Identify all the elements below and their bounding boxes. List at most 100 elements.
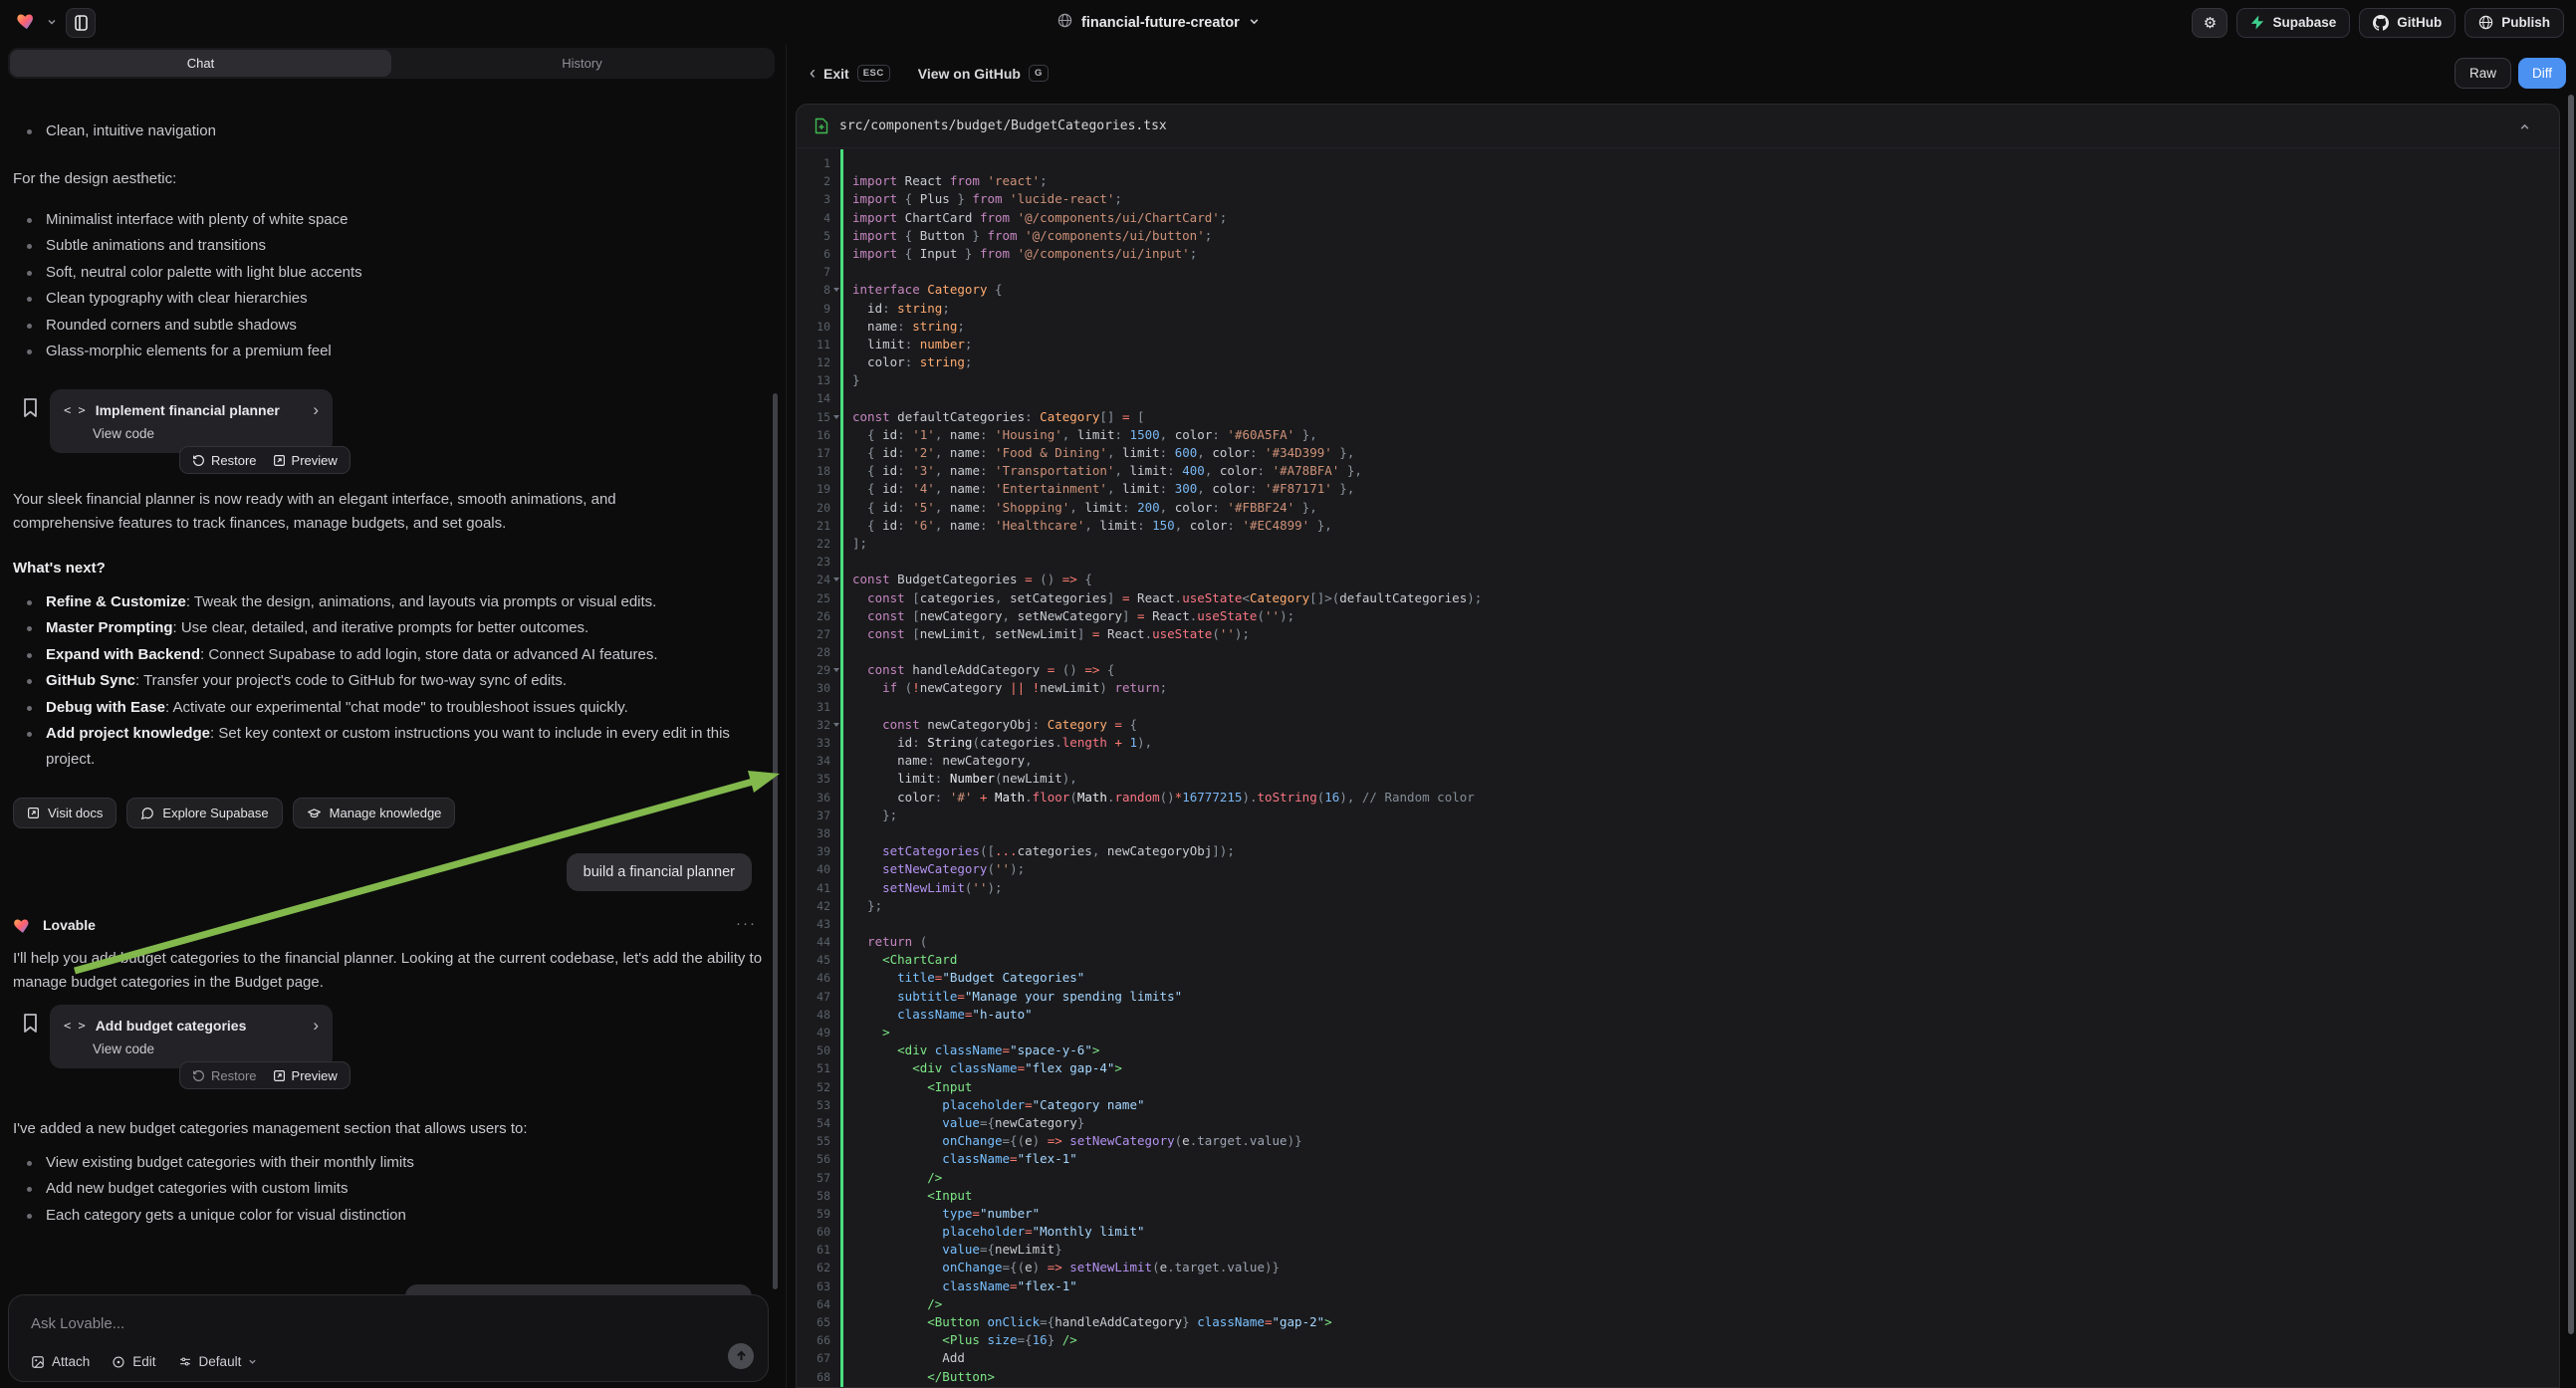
line-number[interactable]: 50	[797, 1041, 830, 1059]
line-number[interactable]: 27	[797, 625, 830, 643]
line-number[interactable]: 61	[797, 1241, 830, 1259]
project-switcher[interactable]: financial-future-creator	[1057, 0, 1260, 45]
line-number[interactable]: 35	[797, 770, 830, 788]
line-number[interactable]: 8	[797, 281, 830, 299]
fold-chevron-icon[interactable]	[833, 415, 839, 419]
fold-chevron-icon[interactable]	[833, 668, 839, 672]
line-number[interactable]: 11	[797, 336, 830, 353]
line-number[interactable]: 67	[797, 1349, 830, 1367]
fold-chevron-icon[interactable]	[833, 723, 839, 727]
edit-mode-button[interactable]: Edit	[112, 1354, 155, 1369]
edit-card-implement-financial-planner[interactable]: < > Implement financial planner › View c…	[50, 389, 333, 453]
preview-button[interactable]: Preview	[273, 453, 338, 468]
code-lines[interactable]: 12import React from 'react';3import { Pl…	[797, 149, 2559, 1388]
line-number[interactable]: 47	[797, 988, 830, 1006]
tab-chat[interactable]: Chat	[10, 50, 391, 77]
line-number[interactable]: 56	[797, 1150, 830, 1168]
line-number[interactable]: 20	[797, 499, 830, 517]
line-number[interactable]: 46	[797, 969, 830, 987]
edit-card-add-budget-categories[interactable]: < > Add budget categories › View code	[50, 1005, 333, 1068]
chat-scroll-area[interactable]: Clean, intuitive navigation For the desi…	[0, 85, 787, 1329]
line-number[interactable]: 34	[797, 752, 830, 770]
github-button[interactable]: GitHub	[2359, 8, 2456, 38]
chat-scrollbar-thumb[interactable]	[773, 393, 778, 1289]
line-number[interactable]: 66	[797, 1331, 830, 1349]
line-number[interactable]: 4	[797, 209, 830, 227]
line-number[interactable]: 19	[797, 480, 830, 498]
line-number[interactable]: 13	[797, 371, 830, 389]
line-number[interactable]: 63	[797, 1277, 830, 1295]
line-number[interactable]: 38	[797, 824, 830, 842]
line-number[interactable]: 18	[797, 462, 830, 480]
line-number[interactable]: 65	[797, 1313, 830, 1331]
workspace-chevron-down-icon[interactable]	[47, 14, 57, 32]
line-number[interactable]: 22	[797, 535, 830, 553]
line-number[interactable]: 40	[797, 860, 830, 878]
line-number[interactable]: 5	[797, 227, 830, 245]
file-header[interactable]: src/components/budget/BudgetCategories.t…	[797, 105, 2559, 148]
line-number[interactable]: 31	[797, 698, 830, 716]
collapse-file-button[interactable]	[2509, 114, 2539, 139]
line-number[interactable]: 12	[797, 353, 830, 371]
line-number[interactable]: 1	[797, 154, 830, 172]
preview-button[interactable]: Preview	[273, 1068, 338, 1083]
visit-docs-button[interactable]: Visit docs	[13, 798, 117, 828]
line-number[interactable]: 32	[797, 716, 830, 734]
line-number[interactable]: 68	[797, 1368, 830, 1386]
attach-button[interactable]: Attach	[31, 1354, 90, 1369]
line-number[interactable]: 9	[797, 300, 830, 318]
line-number[interactable]: 26	[797, 607, 830, 625]
line-number[interactable]: 42	[797, 897, 830, 915]
line-number[interactable]: 16	[797, 426, 830, 444]
bookmark-icon[interactable]	[22, 397, 39, 418]
line-number[interactable]: 30	[797, 679, 830, 697]
line-number[interactable]: 36	[797, 789, 830, 807]
tab-history[interactable]: History	[391, 50, 773, 77]
restore-button[interactable]: Restore	[192, 1068, 257, 1083]
publish-button[interactable]: Publish	[2464, 8, 2564, 38]
supabase-button[interactable]: Supabase	[2236, 8, 2350, 38]
line-number[interactable]: 37	[797, 807, 830, 824]
composer-input[interactable]: Ask Lovable...	[31, 1315, 124, 1332]
line-number[interactable]: 51	[797, 1059, 830, 1077]
line-number[interactable]: 58	[797, 1187, 830, 1205]
manage-knowledge-button[interactable]: Manage knowledge	[293, 798, 456, 828]
line-number[interactable]: 53	[797, 1096, 830, 1114]
line-number[interactable]: 7	[797, 263, 830, 281]
line-number[interactable]: 14	[797, 389, 830, 407]
line-number[interactable]: 49	[797, 1024, 830, 1041]
line-number[interactable]: 54	[797, 1114, 830, 1132]
fold-chevron-icon[interactable]	[833, 288, 839, 292]
line-number[interactable]: 21	[797, 517, 830, 535]
lovable-logo-heart-icon[interactable]	[16, 10, 38, 35]
restore-button[interactable]: Restore	[192, 453, 257, 468]
raw-toggle-button[interactable]: Raw	[2455, 58, 2511, 89]
line-number[interactable]: 3	[797, 190, 830, 208]
line-number[interactable]: 25	[797, 589, 830, 607]
line-number[interactable]: 55	[797, 1132, 830, 1150]
view-code-link[interactable]: View code	[93, 1041, 319, 1056]
line-number[interactable]: 29	[797, 661, 830, 679]
view-on-github-button[interactable]: View on GitHub G	[918, 65, 1049, 82]
line-number[interactable]: 39	[797, 842, 830, 860]
line-number[interactable]: 59	[797, 1205, 830, 1223]
line-number[interactable]: 45	[797, 951, 830, 969]
exit-button[interactable]: ‹ Exit ESC	[810, 63, 890, 84]
line-number[interactable]: 60	[797, 1223, 830, 1241]
line-number[interactable]: 23	[797, 553, 830, 571]
line-number[interactable]: 6	[797, 245, 830, 263]
line-number[interactable]: 28	[797, 643, 830, 661]
line-number[interactable]: 57	[797, 1169, 830, 1187]
line-number[interactable]: 33	[797, 734, 830, 752]
line-number[interactable]: 64	[797, 1295, 830, 1313]
line-number[interactable]: 52	[797, 1078, 830, 1096]
fold-chevron-icon[interactable]	[833, 578, 839, 581]
line-number[interactable]: 10	[797, 318, 830, 336]
view-code-link[interactable]: View code	[93, 426, 319, 441]
line-number[interactable]: 24	[797, 571, 830, 588]
line-number[interactable]: 17	[797, 444, 830, 462]
message-more-button[interactable]: ···	[736, 915, 757, 932]
line-number[interactable]: 15	[797, 408, 830, 426]
line-number[interactable]: 41	[797, 879, 830, 897]
bookmark-icon[interactable]	[22, 1013, 39, 1034]
